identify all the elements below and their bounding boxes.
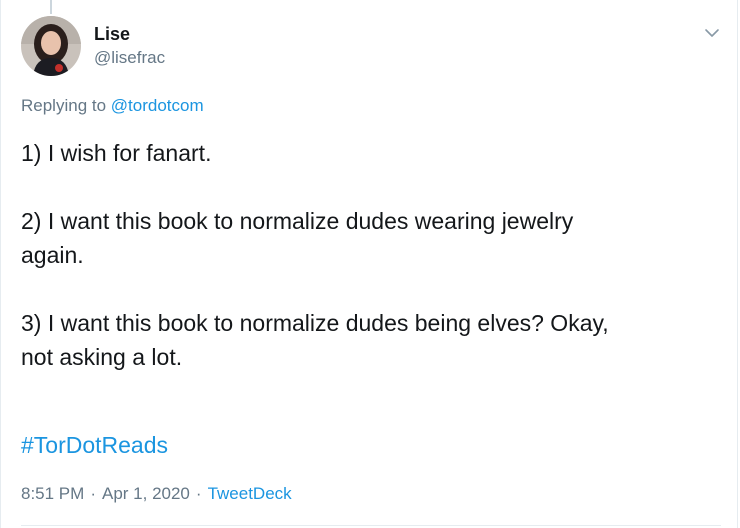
tweet-text: 1) I wish for fanart. 2) I want this boo… xyxy=(21,136,721,374)
tweet-date[interactable]: Apr 1, 2020 xyxy=(102,484,190,503)
tweet-line-2a: 2) I want this book to normalize dudes w… xyxy=(21,208,574,234)
tweet-line-3a: 3) I want this book to normalize dudes b… xyxy=(21,310,609,336)
meta-separator: · xyxy=(195,484,202,503)
chevron-down-icon[interactable] xyxy=(701,22,723,44)
replying-to-label: Replying to xyxy=(21,96,111,115)
author-handle[interactable]: @lisefrac xyxy=(94,48,165,68)
tweet-card: Lise @lisefrac Replying to @tordotcom 1)… xyxy=(0,0,738,528)
author-display-name[interactable]: Lise xyxy=(94,24,130,45)
tweet-source-link[interactable]: TweetDeck xyxy=(208,484,292,503)
avatar-image xyxy=(21,16,81,76)
tweet-time[interactable]: 8:51 PM xyxy=(21,484,84,503)
tweet-metadata: 8:51 PM · Apr 1, 2020 · TweetDeck xyxy=(21,484,292,504)
replying-to-line: Replying to @tordotcom xyxy=(21,96,204,116)
meta-separator: · xyxy=(90,484,96,503)
reply-target-link[interactable]: @tordotcom xyxy=(111,96,204,115)
tweet-line-1: 1) I wish for fanart. xyxy=(21,140,212,166)
hashtag-link[interactable]: #TorDotReads xyxy=(21,428,168,462)
divider xyxy=(21,525,721,526)
thread-connector-line xyxy=(50,0,52,14)
tweet-line-2b: again. xyxy=(21,242,84,268)
tweet-line-3b: not asking a lot. xyxy=(21,344,183,370)
avatar[interactable] xyxy=(21,16,81,76)
